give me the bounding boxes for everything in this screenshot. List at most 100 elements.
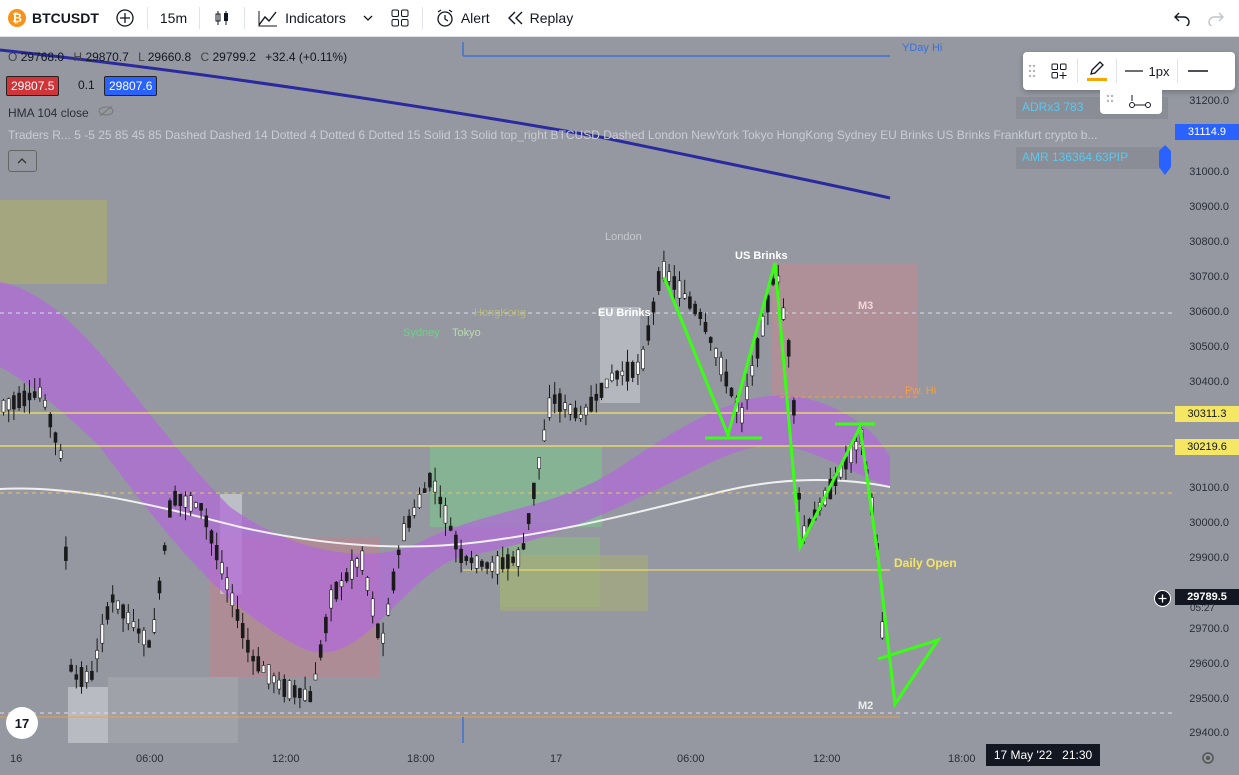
candle-body <box>110 594 115 603</box>
london-label: London <box>605 231 642 243</box>
sell-price-badge[interactable]: 29807.5 <box>6 76 60 96</box>
gear-icon[interactable] <box>1200 750 1216 766</box>
candle-body <box>214 545 219 561</box>
symbol-search[interactable]: ₿ BTCUSDT <box>0 0 107 36</box>
price-tick: 31200.0 <box>1189 95 1229 107</box>
candle-body <box>261 665 266 673</box>
candle-body <box>558 393 562 412</box>
candle-body <box>620 370 625 376</box>
template-button[interactable] <box>1041 62 1077 80</box>
candle-body <box>17 392 21 408</box>
price-label-top: 31114.9 <box>1175 124 1239 140</box>
candle-body <box>365 577 370 591</box>
time-tick: 16 <box>10 753 23 765</box>
bitcoin-icon: ₿ <box>8 9 26 27</box>
chart-pane[interactable]: O 29768.0 H 29870.7 L 29660.8 C 29799.2 … <box>0 37 1239 775</box>
line-style-button[interactable] <box>1178 69 1218 73</box>
candle-body <box>386 603 391 616</box>
candles-icon <box>215 11 229 25</box>
line-color-button[interactable] <box>1078 61 1116 81</box>
candle-body <box>350 560 354 580</box>
candle-body <box>391 571 396 591</box>
divider <box>199 7 201 29</box>
trendline-tool-button[interactable] <box>1128 93 1152 114</box>
templates-dropdown[interactable] <box>354 0 382 36</box>
candle-body <box>188 495 193 512</box>
time-tick: 06:00 <box>136 753 164 765</box>
candle-body <box>662 261 666 279</box>
candle-body <box>95 650 99 660</box>
candle-body <box>542 429 547 442</box>
candle-body <box>376 623 380 638</box>
candle-body <box>298 688 302 699</box>
drawing-floating-toolbar: 1px <box>1023 52 1235 90</box>
candle-body <box>745 386 749 400</box>
compare-button[interactable] <box>107 0 143 36</box>
candle-body <box>339 580 344 588</box>
candle-body <box>573 407 578 419</box>
candle-body <box>126 612 131 624</box>
line-width-button[interactable]: 1px <box>1117 64 1177 79</box>
candle-body <box>584 406 588 416</box>
divider <box>421 7 423 29</box>
candle-body <box>422 488 427 493</box>
traders-indicator-legend[interactable]: Traders R... 5 -5 25 85 45 85 Dashed Das… <box>8 128 1168 142</box>
interval-label: 15m <box>159 10 188 26</box>
amr-panel: AMR 136364.63PIP <box>1016 147 1168 169</box>
tradingview-logo-icon[interactable]: 17 <box>6 707 38 739</box>
candle-body <box>443 505 448 524</box>
candle-body <box>786 340 791 357</box>
candle-body <box>750 365 755 377</box>
layouts-button[interactable] <box>382 0 418 36</box>
ohlc-legend: O 29768.0 H 29870.7 L 29660.8 C 29799.2 … <box>8 50 348 64</box>
chart-type-button[interactable] <box>204 0 240 36</box>
price-tick: 31000.0 <box>1189 166 1229 178</box>
drag-handle-icon[interactable] <box>1106 94 1114 113</box>
hongkong-label: HongKong <box>474 307 526 319</box>
candle-body <box>360 550 365 571</box>
candle-body <box>760 316 765 337</box>
interval-button[interactable]: 15m <box>152 0 195 36</box>
candle-body <box>162 545 167 551</box>
candle-body <box>313 673 318 681</box>
trendline-icon <box>1129 95 1151 108</box>
candle-body <box>396 549 401 556</box>
undo-button[interactable] <box>1165 0 1199 36</box>
indicators-button[interactable]: Indicators <box>249 0 354 36</box>
session-box <box>0 200 107 284</box>
m2-label: M2 <box>858 700 874 712</box>
candle-body <box>771 278 775 285</box>
pencil-icon <box>1090 61 1104 75</box>
replay-button[interactable]: Replay <box>498 0 582 36</box>
price-tick: 30000.0 <box>1189 517 1229 529</box>
zone-box <box>108 677 238 743</box>
redo-button[interactable] <box>1199 0 1239 36</box>
hma-legend[interactable]: HMA 104 close <box>8 105 114 120</box>
candle-body <box>714 348 718 358</box>
price-chart[interactable] <box>0 37 1173 743</box>
candle-body <box>532 482 536 499</box>
collapse-legend-button[interactable] <box>8 150 37 172</box>
undo-icon <box>1174 12 1190 26</box>
add-alert-button[interactable] <box>1154 590 1171 607</box>
price-label-30311: 30311.3 <box>1175 406 1239 422</box>
blue-marker-icon[interactable] <box>1158 145 1172 175</box>
candle-body <box>740 407 744 424</box>
eye-hidden-icon[interactable] <box>98 105 114 117</box>
candle-body <box>464 556 469 562</box>
buy-price-badge[interactable]: 29807.6 <box>104 76 158 96</box>
candle-body <box>578 414 583 419</box>
candle-body <box>282 678 287 697</box>
candle-body <box>27 392 32 401</box>
line-style-icon <box>1188 70 1208 72</box>
price-axis[interactable]: 31200.0 31000.0 30900.0 30800.0 30700.0 … <box>1173 37 1239 743</box>
candle-body <box>656 271 661 291</box>
alert-button[interactable]: Alert <box>427 0 498 36</box>
time-tick: 06:00 <box>677 753 705 765</box>
us-brinks-label: US Brinks <box>735 250 788 262</box>
candle-body <box>500 557 505 570</box>
candle-body <box>428 472 432 488</box>
candle-body <box>693 303 697 315</box>
drag-handle-icon[interactable] <box>1023 64 1041 78</box>
candle-body <box>594 393 599 401</box>
